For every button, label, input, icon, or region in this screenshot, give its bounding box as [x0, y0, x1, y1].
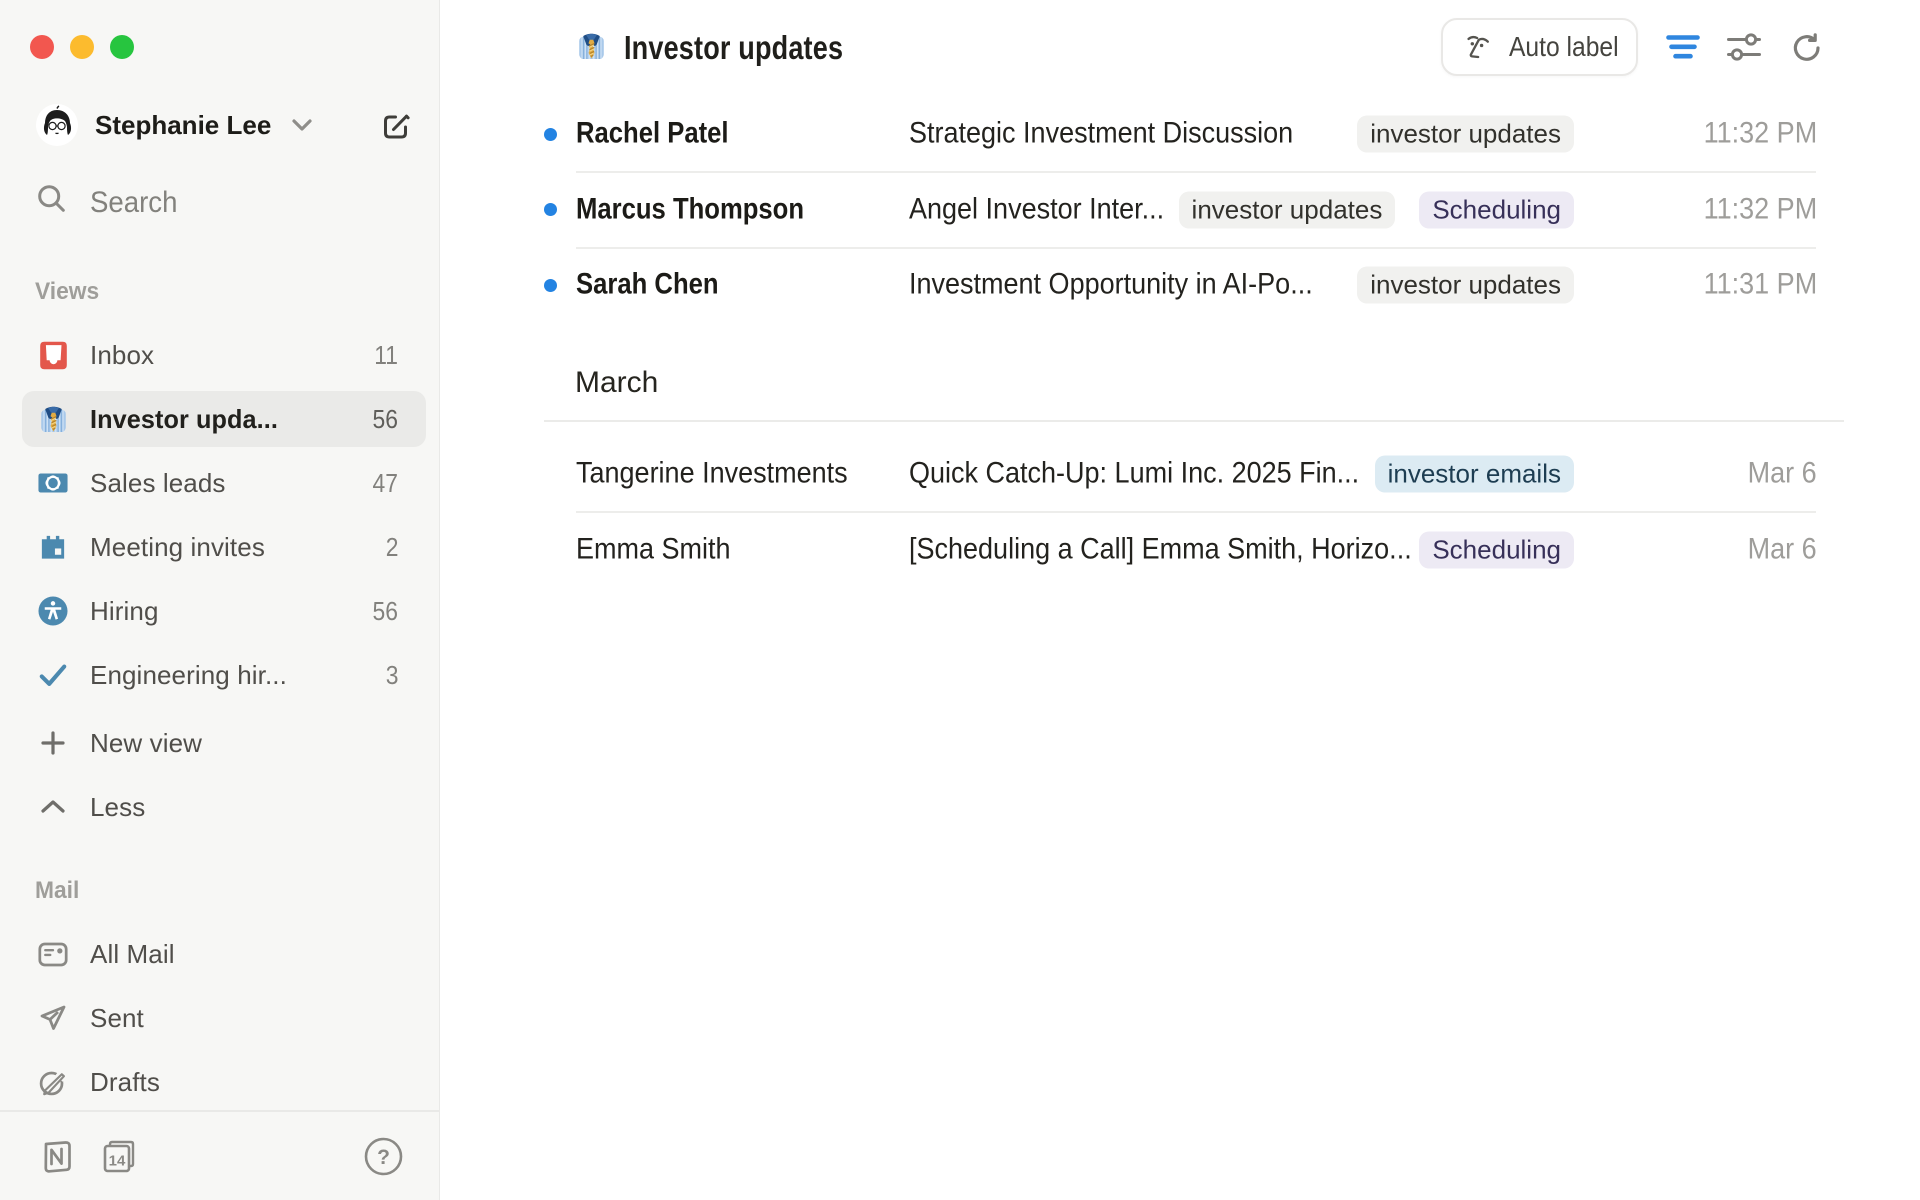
- svg-text:14: 14: [109, 1153, 126, 1170]
- svg-text:?: ?: [377, 1146, 390, 1169]
